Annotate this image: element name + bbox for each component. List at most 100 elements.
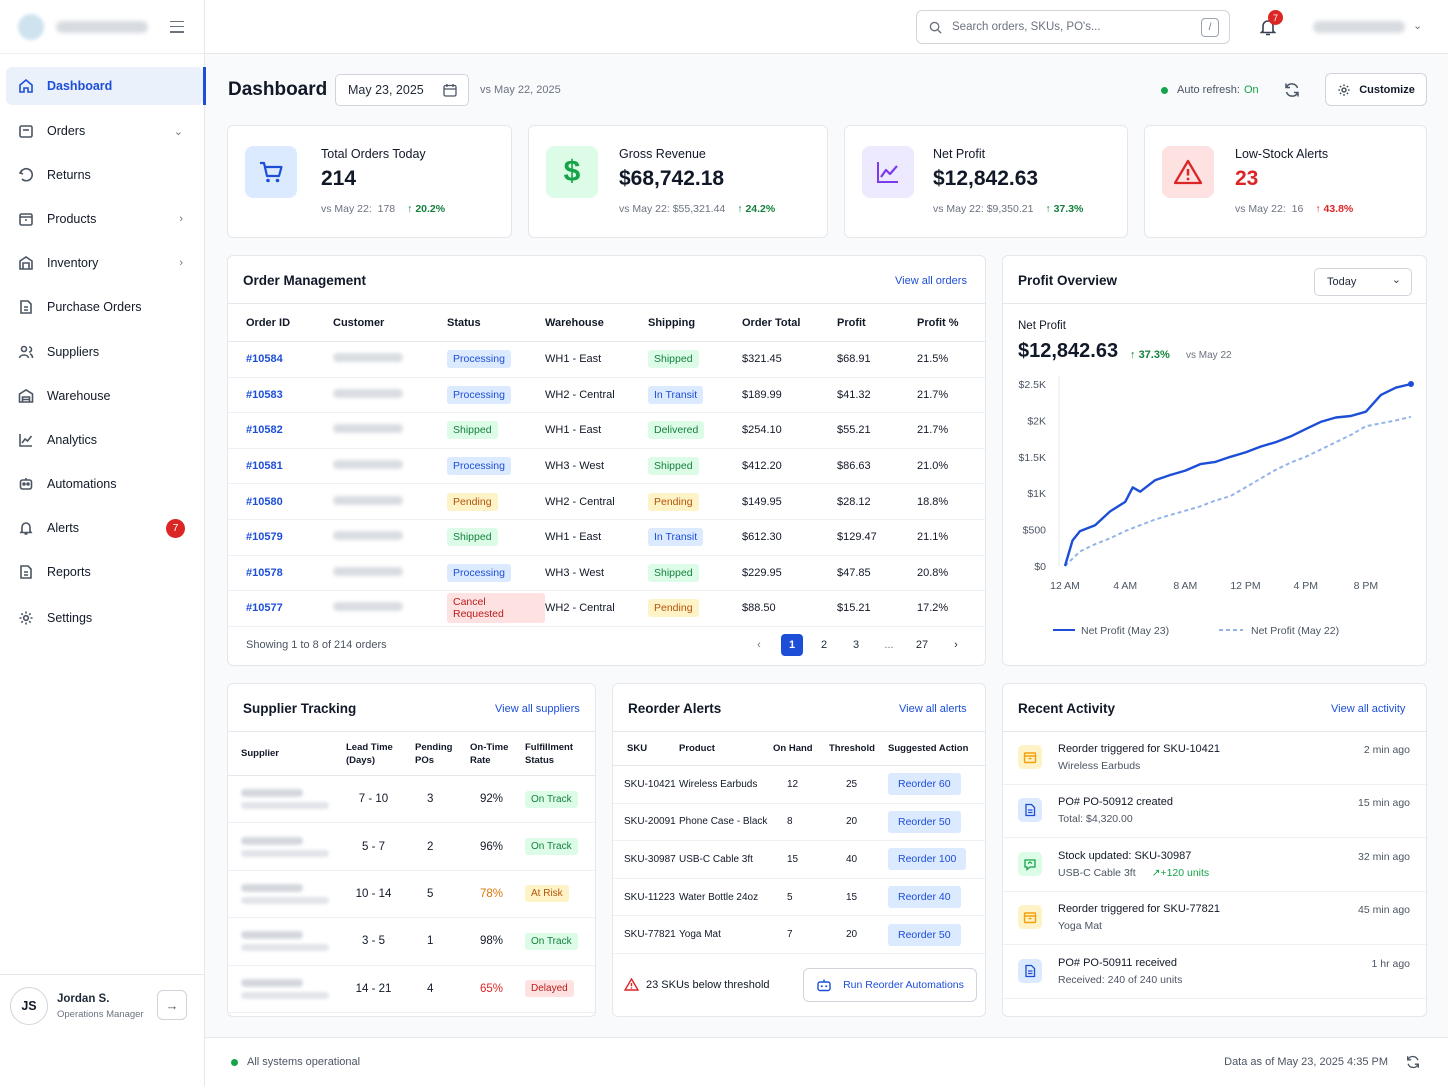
table-row[interactable]: 7 - 10 3 92% On Track [228,775,595,824]
sidebar-item-orders[interactable]: Orders ⌄ [6,112,203,150]
sidebar-item-inventory[interactable]: Inventory › [6,244,203,282]
account-name-blurred[interactable] [1313,21,1405,33]
sidebar-item-purchase-orders[interactable]: Purchase Orders [6,288,203,326]
table-row[interactable]: #10582 Shipped WH1 - East Delivered $254… [228,412,985,449]
order-id-link[interactable]: #10579 [246,531,283,543]
col-header[interactable]: On-Time Rate [470,731,525,776]
sidebar-item-dashboard[interactable]: Dashboard [6,67,206,105]
reorder-action-button[interactable]: Reorder 40 [888,886,961,909]
order-id-link[interactable]: #10582 [246,424,283,436]
activity-item[interactable]: Reorder triggered for SKU-77821 Yoga Mat 4… [1003,892,1428,946]
prev-page-button[interactable]: ‹ [748,634,770,656]
reorder-action-button[interactable]: Reorder 50 [888,810,961,833]
col-header[interactable]: Lead Time (Days) [346,731,415,776]
sidebar-item-alerts[interactable]: Alerts 7 [6,509,203,547]
chevron-down-icon[interactable]: ⌄ [1413,19,1422,32]
avatar[interactable]: JS [10,987,48,1025]
col-header[interactable]: Fulfillment Status [525,731,595,776]
col-header[interactable]: Status [447,303,545,342]
sidebar-item-returns[interactable]: Returns [6,156,203,194]
view-all-alerts-link[interactable]: View all alerts [899,703,967,715]
table-row[interactable]: #10584 Processing WH1 - East Shipped $32… [228,341,985,378]
order-id-link[interactable]: #10577 [246,602,283,614]
run-reorder-automations-button[interactable]: Run Reorder Automations [803,968,977,1002]
table-row[interactable]: #10578 Processing WH3 - West Shipped $22… [228,555,985,592]
search-box[interactable]: / [916,10,1230,44]
range-select[interactable]: Today ⌄ [1314,268,1412,296]
view-all-orders-link[interactable]: View all orders [895,275,967,287]
table-row[interactable]: #10579 Shipped WH1 - East In Transit $61… [228,519,985,556]
col-header[interactable]: Customer [333,303,447,342]
sidebar-item-products[interactable]: Products › [6,200,203,238]
shipping-badge: In Transit [648,385,704,404]
table-row[interactable]: SKU-20091 Phone Case - Black 8 20 Reorder 50 [613,803,985,842]
threshold-cell: 25 [829,765,888,804]
sidebar-item-reports[interactable]: Reports [6,553,203,591]
sidebar-item-analytics[interactable]: Analytics [6,421,203,459]
date-picker[interactable]: May 23, 2025 [335,74,469,106]
table-row[interactable]: 10 - 14 5 78% At Risk [228,870,595,919]
table-row[interactable]: SKU-10421 Wireless Earbuds 12 25 Reorder 60 [613,765,985,804]
sidebar-item-automations[interactable]: Automations [6,465,203,503]
col-header[interactable]: Profit [837,303,917,342]
col-header[interactable]: Pending POs [415,731,470,776]
order-total-cell: $612.30 [742,519,837,556]
menu-collapse-icon[interactable] [170,20,184,33]
sidebar-item-warehouse[interactable]: Warehouse [6,377,203,415]
col-header[interactable]: Order ID [228,303,333,342]
profit-pct-cell: 18.8% [917,483,985,520]
col-header[interactable]: Profit % [917,303,985,342]
view-all-activity-link[interactable]: View all activity [1331,703,1405,715]
order-id-link[interactable]: #10578 [246,567,283,579]
table-row[interactable]: 3 - 5 1 98% On Track [228,917,595,966]
page-2-button[interactable]: 2 [813,634,835,656]
col-header[interactable]: SKU [613,731,679,766]
logout-button[interactable]: → [157,990,187,1020]
reorder-action-button[interactable]: Reorder 60 [888,773,961,796]
refresh-icon[interactable] [1405,1054,1421,1070]
reorder-action-button[interactable]: Reorder 100 [888,848,967,871]
table-row[interactable]: #10580 Pending WH2 - Central Pending $14… [228,483,985,520]
sidebar-item-settings[interactable]: Settings [6,599,203,637]
page-1-button[interactable]: 1 [781,634,803,656]
order-id-link[interactable]: #10583 [246,389,283,401]
table-row[interactable]: SKU-77821 Yoga Mat 7 20 Reorder 50 [613,915,985,954]
order-id-link[interactable]: #10581 [246,460,283,472]
table-row[interactable]: #10581 Processing WH3 - West Shipped $41… [228,448,985,485]
page-3-button[interactable]: 3 [845,634,867,656]
view-all-suppliers-link[interactable]: View all suppliers [495,703,580,715]
reorder-action-button[interactable]: Reorder 50 [888,923,961,946]
refresh-icon[interactable] [1283,81,1301,99]
sidebar-item-suppliers[interactable]: Suppliers [6,333,203,371]
activity-item[interactable]: Reorder triggered for SKU-10421 Wireless … [1003,732,1428,785]
col-header[interactable]: Suggested Action [888,731,985,766]
table-row[interactable]: SKU-11223 Water Bottle 24oz 5 15 Reorder 40 [613,878,985,917]
page-27-button[interactable]: 27 [911,634,933,656]
order-id-link[interactable]: #10584 [246,353,283,365]
col-header[interactable]: Shipping [648,303,742,342]
col-header[interactable]: Product [679,731,773,766]
col-header[interactable]: Order Total [742,303,837,342]
table-row[interactable]: #10577 Cancel Requested WH2 - Central Pe… [228,590,985,627]
table-row[interactable]: SKU-30987 USB-C Cable 3ft 15 40 Reorder 100 [613,840,985,879]
profit-pct-cell: 17.2% [917,590,985,627]
next-page-button[interactable]: › [945,634,967,656]
table-row[interactable]: 5 - 7 2 96% On Track [228,822,595,871]
customer-name-blurred [333,460,403,470]
user-name: Jordan S. [57,993,110,1005]
activity-item[interactable]: Stock updated: SKU-30987 USB-C Cable 3ft ↗… [1003,839,1428,892]
col-header[interactable]: Supplier [228,731,346,776]
col-header[interactable]: On Hand [773,731,829,766]
col-header[interactable]: Threshold [829,731,888,766]
activity-item[interactable]: PO# PO-50912 created Total: $4,320.00 15 m… [1003,785,1428,839]
pending-pos-cell: 3 [415,775,470,824]
product-cell: USB-C Cable 3ft [679,840,773,879]
table-row[interactable]: #10583 Processing WH2 - Central In Trans… [228,377,985,414]
auto-refresh-status[interactable]: Auto refresh: On [1161,84,1259,96]
order-id-link[interactable]: #10580 [246,496,283,508]
col-header[interactable]: Warehouse [545,303,648,342]
table-row[interactable]: 14 - 21 4 65% Delayed [228,965,595,1013]
activity-item[interactable]: PO# PO-50911 received Received: 240 of 24… [1003,946,1428,999]
search-input[interactable] [952,21,1182,33]
customize-button[interactable]: Customize [1325,73,1427,106]
